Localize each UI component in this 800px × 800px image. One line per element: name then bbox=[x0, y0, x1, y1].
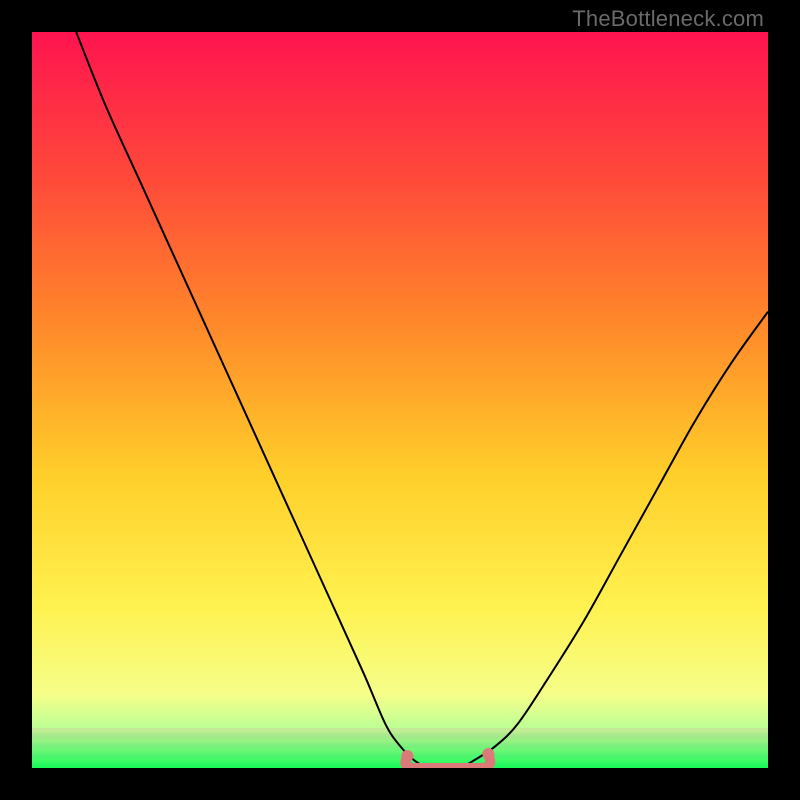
chart-frame bbox=[32, 32, 768, 768]
background-gradient bbox=[32, 32, 768, 768]
watermark-text: TheBottleneck.com bbox=[572, 6, 764, 32]
green-bottom-bands bbox=[32, 728, 768, 768]
